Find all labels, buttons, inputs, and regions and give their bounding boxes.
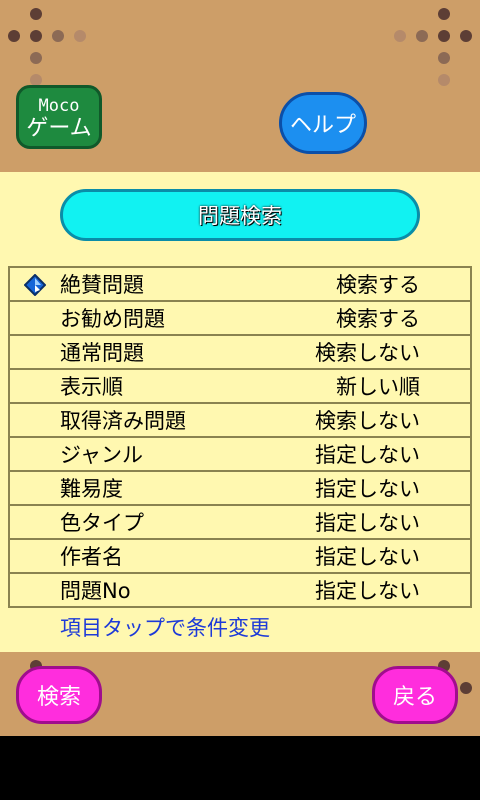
condition-label: 絶賛問題	[60, 273, 144, 297]
condition-label: 通常問題	[60, 341, 144, 365]
peg-decoration	[394, 30, 406, 42]
moco-game-button[interactable]: Moco ゲーム	[16, 85, 102, 149]
peg-decoration	[30, 52, 42, 64]
hint-text: 項目タップで条件変更	[60, 616, 270, 640]
condition-row-sort-order[interactable]: 表示順 新しい順	[10, 370, 470, 404]
peg-decoration	[74, 30, 86, 42]
condition-value: 検索しない	[315, 341, 420, 365]
condition-row-problem-no[interactable]: 問題No 指定しない	[10, 574, 470, 606]
condition-label: 取得済み問題	[60, 409, 186, 433]
diamond-cursor-icon	[24, 274, 46, 296]
condition-label: 表示順	[60, 375, 123, 399]
condition-label: お勧め問題	[60, 307, 165, 331]
condition-row-author[interactable]: 作者名 指定しない	[10, 540, 470, 574]
condition-row-recommended[interactable]: お勧め問題 検索する	[10, 302, 470, 336]
search-button[interactable]: 検索	[16, 666, 102, 724]
peg-decoration	[438, 52, 450, 64]
condition-value: 検索する	[336, 273, 420, 297]
condition-label: 難易度	[60, 477, 123, 501]
condition-value: 指定しない	[315, 511, 420, 535]
condition-row-genre[interactable]: ジャンル 指定しない	[10, 438, 470, 472]
peg-decoration	[438, 74, 450, 86]
moco-button-line1: Moco	[38, 96, 80, 116]
condition-value: 指定しない	[315, 477, 420, 501]
page-title: 問題検索	[60, 189, 420, 241]
peg-decoration	[8, 30, 20, 42]
condition-value: 指定しない	[315, 545, 420, 569]
back-button[interactable]: 戻る	[372, 666, 458, 724]
peg-decoration	[438, 30, 450, 42]
condition-value: 指定しない	[315, 579, 420, 603]
condition-label: 作者名	[60, 545, 123, 569]
condition-label: 問題No	[60, 579, 131, 603]
peg-decoration	[30, 30, 42, 42]
condition-value: 検索する	[336, 307, 420, 331]
condition-value: 指定しない	[315, 443, 420, 467]
peg-decoration	[416, 30, 428, 42]
condition-row-acquired[interactable]: 取得済み問題 検索しない	[10, 404, 470, 438]
moco-button-line2: ゲーム	[26, 116, 92, 141]
condition-row-difficulty[interactable]: 難易度 指定しない	[10, 472, 470, 506]
help-button[interactable]: ヘルプ	[279, 92, 367, 154]
peg-decoration	[438, 8, 450, 20]
peg-decoration	[52, 30, 64, 42]
condition-row-zessan[interactable]: 絶賛問題 検索する	[10, 268, 470, 302]
conditions-table: 絶賛問題 検索する お勧め問題 検索する 通常問題 検索しない 表示順 新しい順…	[8, 266, 472, 608]
condition-row-normal[interactable]: 通常問題 検索しない	[10, 336, 470, 370]
condition-label: ジャンル	[60, 443, 143, 467]
condition-value: 新しい順	[336, 375, 420, 399]
peg-decoration	[460, 30, 472, 42]
condition-value: 検索しない	[315, 409, 420, 433]
condition-label: 色タイプ	[60, 511, 144, 535]
bottom-bar	[0, 736, 480, 800]
peg-decoration	[460, 682, 472, 694]
peg-decoration	[30, 8, 42, 20]
condition-row-color-type[interactable]: 色タイプ 指定しない	[10, 506, 470, 540]
